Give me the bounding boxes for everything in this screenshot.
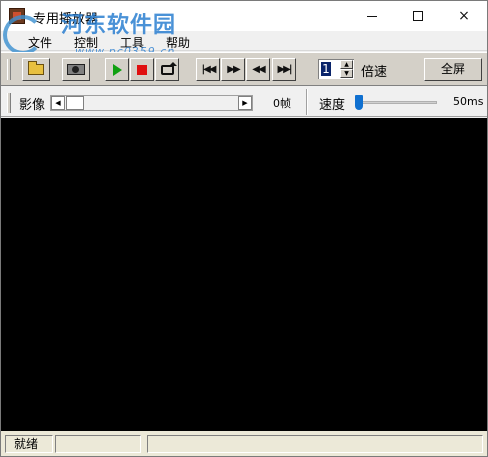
spin-down-icon[interactable]: ▼ [340,69,353,78]
play-icon [112,63,122,76]
status-panel-2 [55,435,141,453]
menu-bar: 文件 控制 工具 帮助 [1,31,487,51]
toolbar: |◀◀ ▶▶ ◀◀ ▶▶| 1 ▲ ▼ 倍速 全屏 [1,52,487,86]
app-window: 专用播放器 × 文件 控制 工具 帮助 河东软件园 www.pc0359.cn [0,0,488,457]
title-bar[interactable]: 专用播放器 × [1,1,487,31]
scroll-thumb[interactable] [66,96,84,110]
divider [306,89,308,115]
camera-icon [67,64,85,75]
status-panel-3 [147,435,483,453]
speed-multiplier-label: 倍速 [361,65,388,80]
spin-up-icon[interactable]: ▲ [340,60,353,69]
fullscreen-button[interactable]: 全屏 [424,58,482,81]
control-row: 影像 ◀ ▶ 0帧 速度 50ms [1,87,487,117]
menu-file[interactable]: 文件 [28,34,52,51]
loop-icon [160,61,177,75]
speed-label: 速度 [319,98,346,113]
capture-button[interactable] [62,58,90,81]
skip-last-icon: ▶▶| [277,64,292,75]
last-frame-button[interactable]: ▶▶| [272,58,296,81]
status-text: 就绪 [5,435,53,453]
minimize-button[interactable] [349,1,395,31]
frame-count: 0帧 [273,97,291,110]
minimize-icon [367,15,377,17]
skip-first-icon: |◀◀ [201,64,216,75]
fast-forward-icon: ▶▶ [227,64,240,75]
window-title: 专用播放器 [33,12,99,27]
speed-ms-value: 50ms [453,95,484,108]
image-label: 影像 [19,98,46,113]
stop-button[interactable] [130,58,154,81]
control-row-grip[interactable] [7,93,11,113]
status-bar: 就绪 [1,431,487,456]
speed-multiplier-spinbox[interactable]: 1 ▲ ▼ [318,59,354,79]
speed-multiplier-value[interactable]: 1 [321,62,331,76]
video-display[interactable] [1,118,487,431]
speed-slider-track[interactable] [357,101,437,104]
scroll-left-icon[interactable]: ◀ [51,96,65,110]
play-button[interactable] [105,58,129,81]
close-icon: × [458,8,470,24]
open-file-button[interactable] [22,58,50,81]
toolbar-grip[interactable] [7,59,11,80]
maximize-icon [413,11,423,21]
menu-tools[interactable]: 工具 [120,34,144,51]
app-icon [9,8,25,24]
stop-icon [137,64,147,75]
folder-open-icon [28,61,44,75]
speed-slider-thumb[interactable] [355,95,363,110]
fast-forward-button[interactable]: ▶▶ [221,58,245,81]
menu-control[interactable]: 控制 [74,34,98,51]
rewind-button[interactable]: ◀◀ [246,58,270,81]
rewind-icon: ◀◀ [252,64,265,75]
scroll-right-icon[interactable]: ▶ [238,96,252,110]
maximize-button[interactable] [395,1,441,31]
first-frame-button[interactable]: |◀◀ [196,58,220,81]
loop-button[interactable] [155,58,179,81]
frame-scrollbar[interactable]: ◀ ▶ [50,95,253,111]
close-button[interactable]: × [441,1,487,31]
spin-buttons: ▲ ▼ [340,60,353,78]
menu-help[interactable]: 帮助 [166,34,190,51]
